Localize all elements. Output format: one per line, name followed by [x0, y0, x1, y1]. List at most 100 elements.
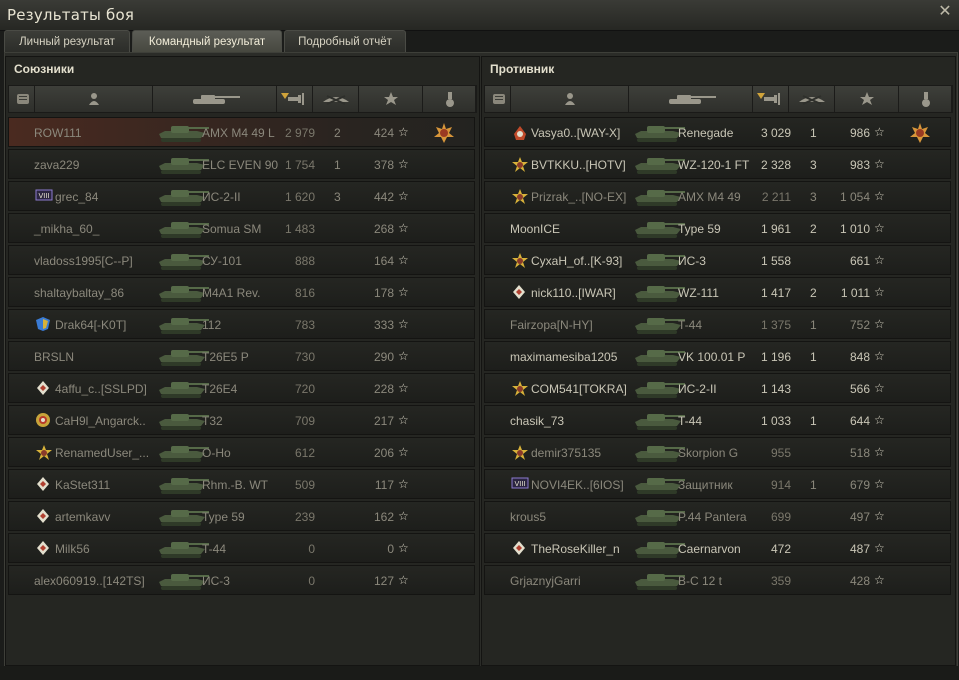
damage-icon	[763, 92, 781, 111]
enemy-player-row[interactable]: krous5 P.44 Pantera 699 497 ☆	[484, 501, 951, 531]
player-name: NOVI4EK..[6IOS]	[531, 478, 624, 492]
tank-image-icon	[631, 377, 685, 399]
tab-personal-result[interactable]: Личный результат	[4, 30, 130, 52]
enemy-player-row[interactable]: MoonICE Type 59 1 961 2 1 010 ☆	[484, 213, 951, 243]
tank-image-icon	[155, 153, 209, 175]
allies-header-damage[interactable]	[277, 86, 313, 112]
enemy-player-row[interactable]: nick110..[IWAR] WZ-111 1 417 2 1 011 ☆	[484, 277, 951, 307]
xp-value: 0	[387, 542, 394, 556]
tank-image-icon	[155, 505, 209, 527]
tank-image-icon	[631, 345, 685, 367]
allies-header-vehicle-type[interactable]	[9, 86, 35, 112]
tank-name: AMX M4 49	[678, 190, 741, 204]
close-icon[interactable]: ✕	[935, 2, 955, 22]
ally-player-row[interactable]: Milk56 T-44 0 0 ☆	[8, 533, 475, 563]
enemy-player-row[interactable]: COM541[TOKRA] ИС-2-II 1 143 566 ☆	[484, 373, 951, 403]
allies-header-medal[interactable]	[423, 86, 476, 112]
enemies-header-kills[interactable]	[789, 86, 835, 112]
ally-player-row[interactable]: ROW111 AMX M4 49 L 2 979 2 424 ☆	[8, 117, 475, 147]
enemies-header-player[interactable]	[511, 86, 629, 112]
enemies-header-xp[interactable]	[835, 86, 899, 112]
tank-name: AMX M4 49 L	[202, 126, 275, 140]
tank-image-icon	[155, 281, 209, 303]
player-name: KaStet311	[55, 478, 111, 492]
xp-star-icon: ☆	[398, 381, 409, 395]
enemy-player-row[interactable]: VIII NOVI4EK..[6IOS] Защитник 914 1 679 ☆	[484, 469, 951, 499]
allies-header-kills[interactable]	[313, 86, 359, 112]
achievement-medal-icon[interactable]	[433, 122, 455, 147]
tank-name: ИС-2-II	[202, 190, 241, 204]
enemy-player-row[interactable]: maximamesiba1205 VK 100.01 P 1 196 1 848 ☆	[484, 341, 951, 371]
enemy-player-row[interactable]: chasik_73 T-44 1 033 1 644 ☆	[484, 405, 951, 435]
player-name: Prizrak_..[NO-EX]	[531, 190, 627, 204]
tab-team-result[interactable]: Командный результат	[132, 30, 282, 52]
ally-player-row[interactable]: BRSLN T26E5 P 730 290 ☆	[8, 341, 475, 371]
kills-value: 1	[810, 318, 817, 332]
tank-name: P.44 Pantera	[678, 510, 747, 524]
damage-value: 730	[294, 350, 315, 364]
enemies-header-medal[interactable]	[899, 86, 952, 112]
ally-player-row[interactable]: alex060919..[142TS] ИС-3 0 127 ☆	[8, 565, 475, 595]
player-name: Vasya0..[WAY-X]	[531, 126, 621, 140]
player-icon	[87, 92, 101, 111]
tank-name: Skorpion G	[678, 446, 739, 460]
star-icon	[511, 444, 529, 465]
damage-value: 955	[770, 446, 791, 460]
ally-player-row[interactable]: RenamedUser_... O-Ho 612 206 ☆	[8, 437, 475, 467]
enemies-header-tank[interactable]	[629, 86, 753, 112]
ally-player-row[interactable]: artemkavv Type 59 239 162 ☆	[8, 501, 475, 531]
xp-value: 378	[373, 158, 394, 172]
ally-player-row[interactable]: shaltaybaltay_86 M4A1 Rev. 816 178 ☆	[8, 277, 475, 307]
damage-value: 2 328	[760, 158, 791, 172]
player-name: 4affu_c..[SSLPD]	[55, 382, 147, 396]
player-name: artemkavv	[55, 510, 111, 524]
xp-value: 661	[849, 254, 870, 268]
ally-player-row[interactable]: _mikha_60_ Somua SM 1 483 268 ☆	[8, 213, 475, 243]
sort-arrow-icon	[281, 86, 289, 104]
tank-image-icon	[631, 153, 685, 175]
ally-player-row[interactable]: KaStet311 Rhm.-B. WT 509 117 ☆	[8, 469, 475, 499]
enemy-player-row[interactable]: demir375135 Skorpion G 955 518 ☆	[484, 437, 951, 467]
damage-value: 914	[770, 478, 791, 492]
ally-player-row[interactable]: vladoss1995[C--P] СУ-101 888 164 ☆	[8, 245, 475, 275]
xp-value: 206	[373, 446, 394, 460]
enemy-player-row[interactable]: TheRoseKiller_n Caernarvon 472 487 ☆	[484, 533, 951, 563]
enemies-header-damage[interactable]	[753, 86, 789, 112]
allies-table-header	[8, 85, 477, 113]
enemies-title: Противник	[490, 62, 555, 76]
tank-name: Type 59	[678, 222, 721, 236]
tank-name: ИС-3	[678, 254, 706, 268]
enemy-player-row[interactable]: Prizrak_..[NO-EX] AMX M4 49 2 211 3 1 054 ☆	[484, 181, 951, 211]
ally-player-row[interactable]: CaH9l_Angarck.. T32 709 217 ☆	[8, 405, 475, 435]
achievement-medal-icon[interactable]	[909, 122, 931, 147]
rank-icon	[35, 540, 51, 559]
player-name: zava229	[34, 158, 80, 172]
enemy-player-row[interactable]: GrjaznyjGarri B-C 12 t 359 428 ☆	[484, 565, 951, 595]
ally-player-row[interactable]: zava229 ELC EVEN 90 1 754 1 378 ☆	[8, 149, 475, 179]
allies-header-xp[interactable]	[359, 86, 423, 112]
rank-icon	[511, 284, 527, 303]
rank-icon	[511, 540, 527, 559]
ally-player-row[interactable]: VIII grec_84 ИС-2-II 1 620 3 442 ☆	[8, 181, 475, 211]
star-icon	[35, 444, 53, 465]
enemy-player-row[interactable]: BVTKKU..[HOTV] WZ-120-1 FT 2 328 3 983 ☆	[484, 149, 951, 179]
allies-header-tank[interactable]	[153, 86, 277, 112]
xp-star-icon: ☆	[874, 413, 885, 427]
enemy-player-row[interactable]: CyxaH_of..[K-93] ИС-3 1 558 661 ☆	[484, 245, 951, 275]
xp-star-icon: ☆	[398, 317, 409, 331]
ally-player-row[interactable]: 4affu_c..[SSLPD] T26E4 720 228 ☆	[8, 373, 475, 403]
enemy-player-row[interactable]: Fairzopa[N-HY] T-44 1 375 1 752 ☆	[484, 309, 951, 339]
tab-detailed-report[interactable]: Подробный отчёт	[284, 30, 406, 52]
tank-image-icon	[155, 345, 209, 367]
enemies-header-vehicle-type[interactable]	[485, 86, 511, 112]
xp-star-icon: ☆	[874, 445, 885, 459]
allies-header-player[interactable]	[35, 86, 153, 112]
enemy-player-row[interactable]: Vasya0..[WAY-X] Renegade 3 029 1 986 ☆	[484, 117, 951, 147]
kills-icon	[321, 92, 351, 111]
xp-icon	[384, 92, 398, 111]
damage-value: 2 211	[761, 190, 791, 204]
ally-player-row[interactable]: Drak64[-K0T] 112 783 333 ☆	[8, 309, 475, 339]
xp-star-icon: ☆	[874, 541, 885, 555]
kills-value: 2	[810, 286, 817, 300]
damage-value: 1 558	[760, 254, 791, 268]
